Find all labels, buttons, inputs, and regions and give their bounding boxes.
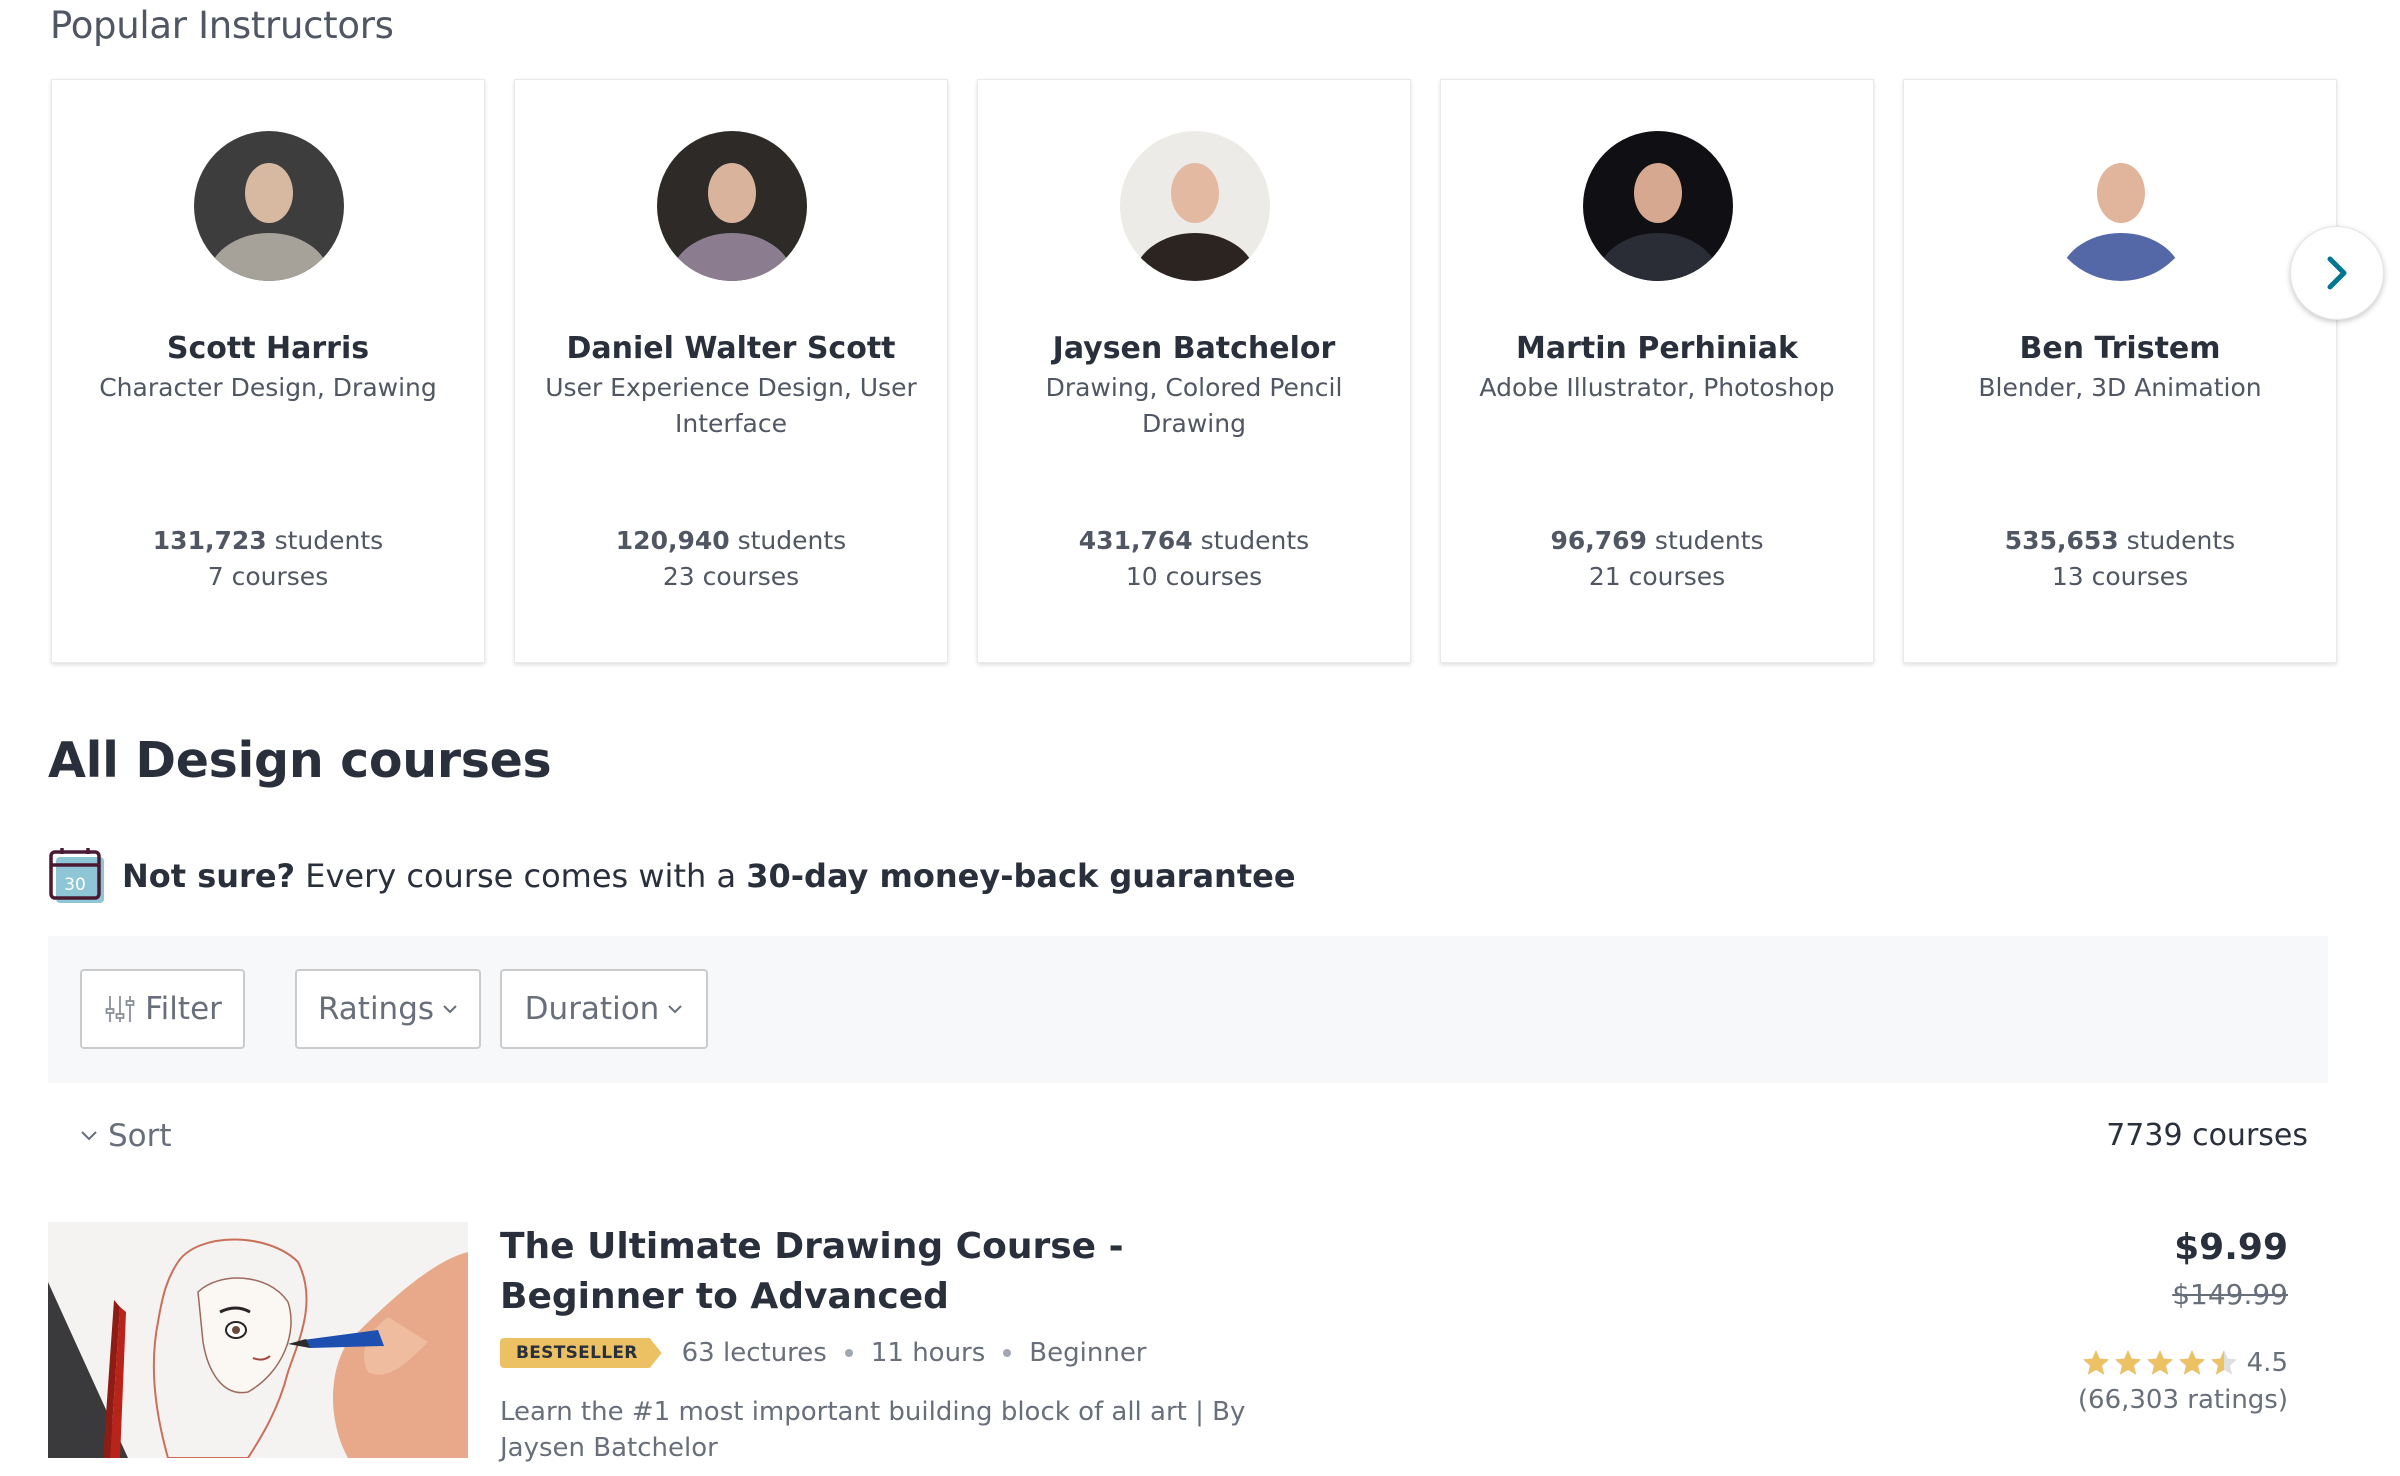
instructor-courses: 23 courses bbox=[662, 562, 800, 591]
sort-toggle[interactable]: Sort bbox=[80, 1118, 172, 1154]
instructor-topics: Adobe Illustrator, Photoshop bbox=[1479, 373, 1835, 402]
sort-label: Sort bbox=[108, 1118, 172, 1154]
instructor-students: 96,769 students bbox=[1441, 523, 1873, 559]
all-courses-heading: All Design courses bbox=[48, 732, 552, 789]
bestseller-badge: BESTSELLER bbox=[500, 1338, 662, 1368]
students-label: students bbox=[2126, 526, 2236, 555]
instructor-avatar bbox=[1583, 131, 1733, 281]
instructor-card[interactable]: Scott Harris Character Design, Drawing 131… bbox=[51, 79, 485, 663]
instructor-students: 120,940 students bbox=[515, 523, 947, 559]
chevron-right-icon bbox=[2327, 256, 2347, 290]
filter-bar: Filter Ratings Duration bbox=[48, 936, 2328, 1083]
instructor-name[interactable]: Jaysen Batchelor bbox=[978, 331, 1410, 366]
drawing-course-image bbox=[48, 1222, 468, 1458]
students-count: 96,769 bbox=[1550, 526, 1647, 555]
star-rating bbox=[2081, 1348, 2241, 1378]
guarantee-middle: Every course comes with a bbox=[295, 857, 747, 895]
course-original-price: $149.99 bbox=[2172, 1278, 2288, 1311]
instructor-courses: 7 courses bbox=[207, 562, 329, 591]
chevron-down-icon bbox=[668, 1005, 683, 1014]
money-back-guarantee: 30 Not sure? Every course comes with a 3… bbox=[48, 847, 1296, 905]
star-full-icon bbox=[2114, 1350, 2141, 1375]
guarantee-lead: Not sure? bbox=[122, 857, 296, 895]
star-full-icon bbox=[2178, 1350, 2205, 1375]
course-duration: 11 hours bbox=[870, 1338, 986, 1368]
separator-dot bbox=[1003, 1349, 1012, 1357]
ratings-count: (66,303 ratings) bbox=[2077, 1385, 2288, 1415]
students-label: students bbox=[737, 526, 847, 555]
instructor-avatar bbox=[1120, 131, 1270, 281]
ratings-dropdown[interactable]: Ratings bbox=[295, 969, 481, 1049]
instructor-avatar bbox=[657, 131, 807, 281]
instructor-courses: 21 courses bbox=[1588, 562, 1726, 591]
rating-value: 4.5 bbox=[2246, 1348, 2288, 1378]
instructor-card[interactable]: Ben Tristem Blender, 3D Animation 535,653 … bbox=[1903, 79, 2337, 663]
instructor-card[interactable]: Jaysen Batchelor Drawing, Colored Pencil … bbox=[977, 79, 1411, 663]
instructor-topics: Character Design, Drawing bbox=[99, 373, 437, 402]
instructor-card[interactable]: Martin Perhiniak Adobe Illustrator, Photo… bbox=[1440, 79, 1874, 663]
star-full-icon bbox=[2146, 1350, 2173, 1375]
instructor-card[interactable]: Daniel Walter Scott User Experience Desig… bbox=[514, 79, 948, 663]
students-label: students bbox=[274, 526, 384, 555]
course-thumbnail[interactable] bbox=[48, 1222, 468, 1458]
filter-label: Filter bbox=[145, 991, 222, 1027]
svg-text:30: 30 bbox=[64, 875, 86, 895]
instructor-students: 535,653 students bbox=[1904, 523, 2336, 559]
star-half-icon bbox=[2210, 1350, 2237, 1375]
instructor-students: 131,723 students bbox=[52, 523, 484, 559]
separator-dot bbox=[844, 1349, 853, 1357]
instructor-students: 431,764 students bbox=[978, 523, 1410, 559]
students-label: students bbox=[1200, 526, 1310, 555]
guarantee-text: Not sure? Every course comes with a 30-d… bbox=[122, 857, 1296, 895]
course-count: 7739 courses bbox=[2106, 1118, 2308, 1153]
carousel-next-button[interactable] bbox=[2290, 226, 2384, 320]
instructor-courses: 10 courses bbox=[1125, 562, 1263, 591]
instructor-topics: User Experience Design, User Interface bbox=[545, 373, 917, 438]
popular-instructors-heading: Popular Instructors bbox=[50, 4, 394, 47]
star-full-icon bbox=[2082, 1350, 2109, 1375]
students-count: 131,723 bbox=[152, 526, 267, 555]
sliders-icon bbox=[105, 996, 135, 1022]
guarantee-highlight: 30-day money-back guarantee bbox=[746, 857, 1296, 895]
instructor-topics: Blender, 3D Animation bbox=[1978, 373, 2262, 402]
course-level: Beginner bbox=[1029, 1338, 1147, 1368]
course-rating: 4.5 bbox=[2081, 1348, 2288, 1378]
instructor-name[interactable]: Ben Tristem bbox=[1904, 331, 2336, 366]
course-meta: BESTSELLER 63 lectures 11 hours Beginner bbox=[500, 1337, 1147, 1369]
students-count: 431,764 bbox=[1078, 526, 1193, 555]
students-count: 535,653 bbox=[2004, 526, 2119, 555]
ratings-label: Ratings bbox=[317, 991, 435, 1027]
course-lectures: 63 lectures bbox=[681, 1338, 827, 1368]
instructor-name[interactable]: Daniel Walter Scott bbox=[515, 331, 947, 366]
course-price: $9.99 bbox=[2174, 1227, 2288, 1268]
course-title[interactable]: The Ultimate Drawing Course - Beginner t… bbox=[500, 1222, 1300, 1322]
course-description: Learn the #1 most important building blo… bbox=[500, 1397, 1246, 1463]
instructor-avatar bbox=[194, 131, 344, 281]
chevron-down-icon bbox=[81, 1131, 97, 1141]
instructor-topics: Drawing, Colored Pencil Drawing bbox=[1045, 373, 1343, 438]
instructor-name[interactable]: Martin Perhiniak bbox=[1441, 331, 1873, 366]
students-label: students bbox=[1654, 526, 1764, 555]
duration-dropdown[interactable]: Duration bbox=[500, 969, 708, 1049]
duration-label: Duration bbox=[524, 991, 660, 1027]
instructor-courses: 13 courses bbox=[2051, 562, 2189, 591]
filter-button[interactable]: Filter bbox=[80, 969, 245, 1049]
instructor-avatar bbox=[2046, 131, 2196, 281]
chevron-down-icon bbox=[443, 1005, 457, 1014]
students-count: 120,940 bbox=[615, 526, 730, 555]
instructor-name[interactable]: Scott Harris bbox=[52, 331, 484, 366]
calendar-icon: 30 bbox=[49, 848, 104, 903]
